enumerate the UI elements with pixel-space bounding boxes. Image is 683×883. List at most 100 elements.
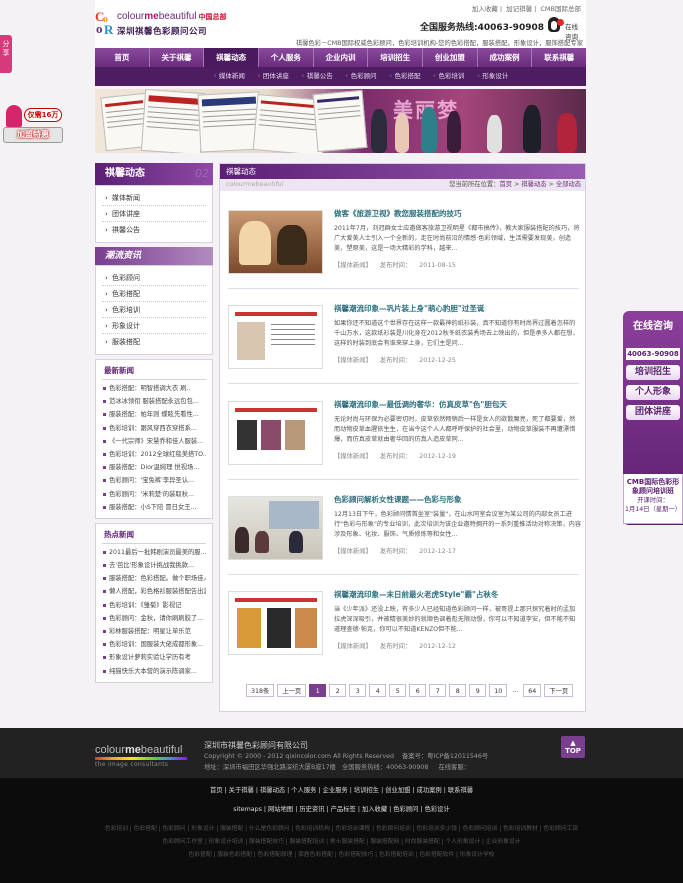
article-tag[interactable]: 【媒体新闻】 [334,643,372,650]
list-item[interactable]: 服装搭配：帕年则 蝶眩先看性... [102,408,206,421]
consult-lecture-button[interactable]: 团体讲座 [626,405,680,420]
page-9[interactable]: 9 [469,684,487,697]
subnav-item[interactable]: 媒体新闻 [213,72,245,80]
list-item[interactable]: 服装搭配：小S下陪 冒日女王... [102,501,206,514]
trend-item[interactable]: 形象设计 [102,318,206,334]
page-10[interactable]: 10 [489,684,508,697]
list-item[interactable]: 色彩培训：《雏菊》影视记 [102,599,206,612]
article-thumbnail[interactable] [228,496,323,560]
page-1[interactable]: 1 [309,684,327,697]
prev-page-button[interactable]: 上一页 [277,684,307,697]
breadcrumb-all[interactable]: 全部动态 [556,181,581,188]
keyword-links-row[interactable]: 色彩搭配 | 服装色彩搭配 | 色彩搭配原理 | 家居色彩搭配 | 色彩搭配技巧… [80,849,603,862]
sidebar-item-lecture[interactable]: 团体讲座 [102,206,206,222]
article-title[interactable]: 祺馨潮流印象—末日前最火老虎Style"霸"占秋冬 [334,589,498,600]
list-item[interactable]: 色彩顾问：'米莉楚'的装取秋... [102,488,206,501]
keyword-links-row[interactable]: 色彩培训 | 色彩搭配 | 色彩顾问 | 形象设计 | 服装搭配 | 什么是色彩… [80,823,603,836]
article-title[interactable]: 色彩顾问解析女性课题——色彩与形象 [334,494,462,505]
add-favorite-link[interactable]: 加入收藏 [472,5,498,13]
nav-training[interactable]: 培训招生 [368,48,424,67]
page-8[interactable]: 8 [449,684,467,697]
person-figure [447,111,461,153]
hq-link[interactable]: CMB国际总部 [540,5,581,13]
article-tag[interactable]: 【媒体新闻】 [334,453,372,460]
list-item[interactable]: 色彩顾问：'宝兔裤'李异圣认... [102,474,206,487]
list-item[interactable]: 色彩搭配：明智搭调大衣 刷.. [102,382,206,395]
page-5[interactable]: 5 [389,684,407,697]
list-item[interactable]: 服装搭配：色彩搭配。做个职场佳人 [102,572,206,585]
breadcrumb-home[interactable]: 首页 [499,181,512,188]
trend-item[interactable]: 色彩培训 [102,302,206,318]
list-item[interactable]: 懒人搭配，彩色格衫服装搭配告出游 [102,585,206,598]
nav-news[interactable]: 祺馨动态 [204,48,260,67]
list-item[interactable]: 色彩培训：跟风穿西衣穿搭系... [102,422,206,435]
page-6[interactable]: 6 [409,684,427,697]
article-thumbnail[interactable] [228,210,323,274]
article-tag[interactable]: 【媒体新闻】 [334,357,372,364]
list-item[interactable]: 色彩培训：2012全球红毯美搭TO... [102,448,206,461]
icp-number[interactable]: 备案号：粤ICP备12011546号 [402,753,488,760]
nav-home[interactable]: 首页 [95,48,150,67]
list-item[interactable]: 色彩顾问：金秋，请你刷刷胶了... [102,612,206,625]
article-date: 2012-12-19 [419,453,456,460]
online-service-label[interactable]: 在线客服： [438,764,469,771]
article-tag[interactable]: 【媒体新闻】 [334,262,372,269]
article-title[interactable]: 祺馨潮流印象—最低调的奢华：仿真皮草"色"胆包天 [334,399,507,410]
list-item[interactable]: 范冰冰领衔 服装搭配永远包包... [102,395,206,408]
list-item[interactable]: 2011最后一批韩剧演员最美的服... [102,546,206,559]
subnav-item[interactable]: 团体讲座 [257,72,289,80]
nav-personal[interactable]: 个人服务 [259,48,314,67]
list-item[interactable]: 色彩培训：国服装大佬成都形象... [102,638,206,651]
article-thumbnail[interactable] [228,305,323,369]
sidebar-item-notice[interactable]: 祺馨公告 [102,222,206,238]
site-logo[interactable]: CooR colourmebeautiful 中国总部 深圳祺馨色彩顾问公司 [95,9,255,40]
list-item[interactable]: 形象设计萝莉实验让学历有考 [102,651,206,664]
list-item[interactable]: 服装搭配：Dior温婉理 悦视场... [102,461,206,474]
subnav-item[interactable]: 形象设计 [476,72,508,80]
keyword-links-row[interactable]: 色彩顾问工作室 | 形象设计培训 | 服装搭配技巧 | 服装搭配培训 | 男士服… [80,836,603,849]
subnav-item[interactable]: 色彩搭配 [389,72,421,80]
article-thumbnail[interactable] [228,591,323,655]
sidebar-item-media[interactable]: 媒体新闻 [102,190,206,206]
nav-about[interactable]: 关于祺馨 [150,48,205,67]
back-to-top-button[interactable]: TOP [561,736,585,758]
nav-contact[interactable]: 联系祺馨 [532,48,586,67]
banner[interactable]: 美丽梦 [95,89,586,153]
subnav-item[interactable]: 祺馨公告 [301,72,333,80]
list-item[interactable]: 纯猫快乐大本营的演示陈调家... [102,665,206,678]
color-stripe [95,757,187,760]
footer-keyword-links[interactable]: 色彩培训 | 色彩搭配 | 色彩顾问 | 形象设计 | 服装搭配 | 什么是色彩… [0,823,683,862]
page-last[interactable]: 64 [523,684,542,697]
consult-image-button[interactable]: 个人形象 [626,385,680,400]
share-tab[interactable]: 分享 [0,35,12,73]
franchise-promo[interactable]: 仅需16万 加盟特惠 [3,103,63,145]
nav-cases[interactable]: 成功案例 [478,48,533,67]
footer-nav[interactable]: 首页 | 关于祺馨 | 祺馨动态 | 个人服务 | 企业服务 | 培训招生 | … [0,784,683,797]
article-thumbnail[interactable] [228,401,323,465]
list-item[interactable]: 彩林服装搭配：明星让单乐范 [102,625,206,638]
subnav-item[interactable]: 色彩培训 [433,72,465,80]
page-ellipsis: ... [512,687,519,694]
footer-sitemap[interactable]: sitemaps | 网站地图 | 历史资讯 | 产品标签 | 加入收藏 | 色… [0,803,683,816]
page-2[interactable]: 2 [329,684,347,697]
breadcrumb-news[interactable]: 祺馨动态 [521,181,546,188]
trend-item[interactable]: 服装搭配 [102,334,206,350]
article-tag[interactable]: 【媒体新闻】 [334,548,372,555]
article-title[interactable]: 做客《旅游卫视》教您服装搭配的技巧 [334,208,462,219]
trend-item[interactable]: 色彩搭配 [102,286,206,302]
page-3[interactable]: 3 [349,684,367,697]
course-promo[interactable]: CMB国际色彩形象顾问培训班 开课时间： 1月14日（星期一） [623,474,683,524]
consult-training-button[interactable]: 培训招生 [626,365,680,380]
qq-chat-button[interactable]: 在线咨询 [548,17,584,41]
article-title[interactable]: 祺馨潮流印象—巩片装上身"萌心豹胆"过圣诞 [334,303,484,314]
trend-item[interactable]: 色彩顾问 [102,270,206,286]
nav-franchise[interactable]: 创业加盟 [423,48,478,67]
list-item[interactable]: 去'芭比'形象设计挑战我挑款... [102,559,206,572]
next-page-button[interactable]: 下一页 [544,684,574,697]
remember-link[interactable]: 加记祺馨 [506,5,532,13]
page-7[interactable]: 7 [429,684,447,697]
list-item[interactable]: 《一代宗师》宋慧乔和佳人服装... [102,435,206,448]
page-4[interactable]: 4 [369,684,387,697]
nav-corporate[interactable]: 企业内训 [314,48,369,67]
subnav-item[interactable]: 色彩顾问 [345,72,377,80]
